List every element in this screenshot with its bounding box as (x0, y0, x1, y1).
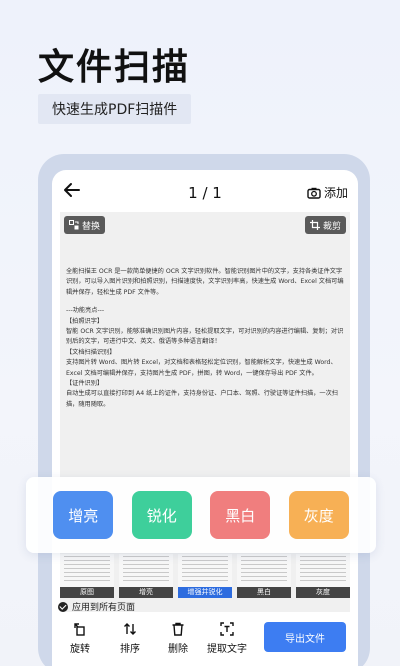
sort-label: 排序 (120, 644, 140, 655)
extract-text-button[interactable]: 提取文字 (202, 622, 252, 655)
filter-black-white-button[interactable]: 黑白 (210, 491, 271, 539)
filter-panel: 增亮 锐化 黑白 灰度 (26, 477, 376, 553)
thumbnail-label: 增亮 (119, 587, 173, 598)
thumbnail-black-white[interactable]: 黑白 (237, 554, 291, 598)
rotate-icon (74, 623, 85, 636)
headline: 文件扫描 (38, 47, 191, 88)
extract-text-label: 提取文字 (207, 644, 247, 655)
crop-icon (309, 220, 320, 230)
sort-button[interactable]: 排序 (110, 622, 150, 655)
check-icon (58, 601, 68, 612)
top-bar: 1 / 1 添加 (52, 170, 358, 216)
doc-paragraph: 【拍照识字】 (66, 317, 104, 325)
thumbnail-label: 原图 (60, 587, 114, 598)
crop-label: 裁剪 (322, 221, 341, 232)
thumbnail-label: 增强并锐化 (178, 587, 232, 598)
doc-paragraph: 支持图片转 Word、图片转 Excel，对文档和表格轻松定位识别，智能解析文字… (66, 359, 337, 377)
trash-icon (172, 622, 184, 636)
apply-all-toggle[interactable]: 应用到所有页面 (58, 600, 135, 613)
doc-paragraph: 【文档扫描识别】 (66, 348, 116, 356)
replace-label: 替换 (82, 221, 101, 232)
filter-thumbnails: 原图 增亮 增强并锐化 黑白 灰度 (60, 554, 350, 598)
sort-icon (124, 623, 136, 635)
app-screen: 1 / 1 添加 替换 裁剪 全能扫描王 OCR 是一款简单便捷的 OCR 文字… (52, 170, 358, 666)
export-button[interactable]: 导出文件 (264, 622, 346, 652)
subline: 快速生成PDF扫描件 (38, 94, 192, 124)
doc-paragraph: ---功能亮点--- (66, 307, 105, 315)
doc-paragraph: 【证件识别】 (66, 380, 104, 388)
apply-all-label: 应用到所有页面 (72, 603, 136, 613)
thumbnail-label: 灰度 (296, 587, 350, 598)
filter-grayscale-button[interactable]: 灰度 (288, 491, 349, 539)
bottom-toolbar: 旋转 排序 删除 提取文字 导出文件 (52, 614, 358, 666)
filter-brighten-button[interactable]: 增亮 (53, 491, 114, 539)
add-label: 添加 (323, 186, 348, 200)
add-button[interactable]: 添加 (307, 184, 348, 201)
thumbnail-original[interactable]: 原图 (60, 554, 114, 598)
rotate-button[interactable]: 旋转 (60, 622, 100, 655)
thumbnail-grayscale[interactable]: 灰度 (296, 554, 350, 598)
delete-button[interactable]: 删除 (158, 622, 198, 655)
scan-text-icon (220, 622, 234, 636)
filter-sharpen-button[interactable]: 锐化 (131, 491, 192, 539)
delete-label: 删除 (168, 644, 188, 655)
thumbnail-enhance-sharpen[interactable]: 增强并锐化 (178, 554, 232, 598)
document-text: 全能扫描王 OCR 是一款简单便捷的 OCR 文字识别软件。智能识别图片中的文字… (66, 267, 344, 410)
crop-button[interactable]: 裁剪 (304, 216, 346, 234)
thumbnail-label: 黑白 (237, 587, 291, 598)
thumbnail-brighten[interactable]: 增亮 (119, 554, 173, 598)
doc-paragraph: 自动生成可以直接打印到 A4 纸上的证件，支持身份证、户口本、驾照、行驶证等证件… (66, 390, 338, 408)
doc-paragraph: 智能 OCR 文字识别，能够准确识别图片内容，轻松提取文字，可对识别的内容进行编… (66, 328, 344, 346)
doc-paragraph: 全能扫描王 OCR 是一款简单便捷的 OCR 文字识别软件。智能识别图片中的文字… (66, 268, 344, 296)
replace-icon (69, 220, 79, 230)
rotate-label: 旋转 (70, 644, 90, 655)
camera-add-icon (307, 187, 321, 199)
replace-button[interactable]: 替换 (64, 216, 106, 234)
